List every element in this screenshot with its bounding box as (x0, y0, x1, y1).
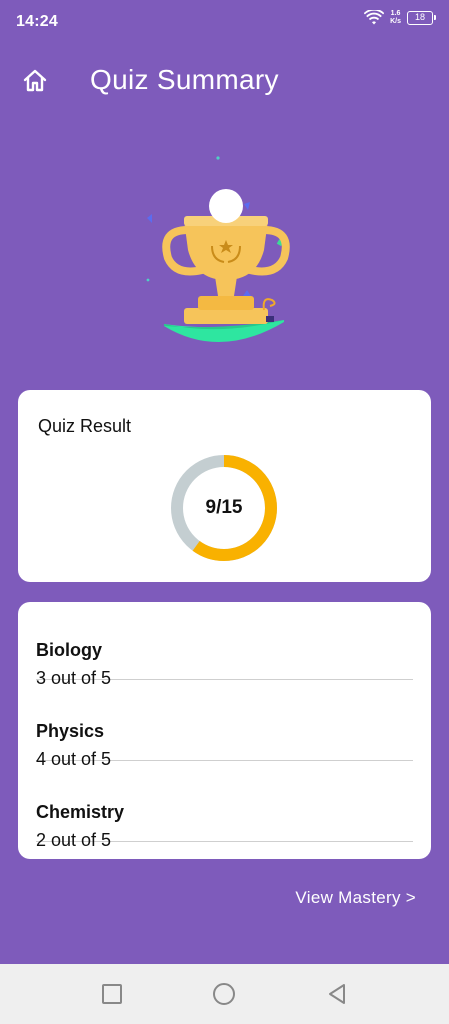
confetti-piece (147, 214, 152, 223)
confetti-piece (244, 202, 250, 210)
network-speed-unit: K/s (390, 18, 401, 25)
system-nav-bar (0, 964, 449, 1024)
trophy-ball (209, 189, 243, 223)
quiz-result-card: Quiz Result 9/15 (18, 390, 431, 582)
wifi-icon (364, 10, 385, 25)
subject-score: 2 out of 5 (36, 830, 112, 850)
score-label: 9/15 (205, 497, 243, 518)
battery-level: 18 (414, 12, 425, 22)
confetti-dot (146, 278, 150, 282)
trophy-illustration (146, 156, 290, 343)
recent-apps-icon[interactable] (100, 982, 124, 1006)
status-bar: 14:24 1.6 K/s 18 (0, 0, 449, 44)
app-bar: Quiz Summary (0, 56, 449, 106)
network-speed: 1.6 K/s (390, 10, 401, 26)
trophy-pedestal (184, 308, 268, 324)
subject-name: Chemistry (36, 802, 125, 822)
confetti-dot (216, 156, 220, 160)
confetti-piece (243, 290, 251, 296)
back-triangle-icon[interactable] (325, 982, 349, 1006)
trophy-pedestal-top (198, 296, 254, 310)
network-speed-value: 1.6 (390, 10, 401, 17)
subject-name: Biology (36, 640, 102, 660)
home-icon[interactable] (22, 68, 48, 94)
page-title: Quiz Summary (90, 64, 279, 95)
subject-row: Physics 4 out of 5 (36, 699, 413, 769)
subject-row: Chemistry 2 out of 5 (36, 780, 413, 850)
battery-icon: 18 (407, 11, 436, 25)
subject-row: Biology 3 out of 5 (36, 618, 413, 688)
subject-name: Physics (36, 721, 105, 741)
subject-score: 3 out of 5 (36, 668, 112, 688)
status-time: 14:24 (16, 13, 58, 30)
subject-results-card: Biology 3 out of 5 Physics 4 out of 5 Ch… (18, 602, 431, 859)
view-mastery-link[interactable]: View Mastery > (295, 888, 416, 908)
trophy-ribbon-end (266, 316, 274, 322)
quiz-result-title: Quiz Result (38, 416, 132, 436)
home-circle-icon[interactable] (212, 982, 236, 1006)
subject-score: 4 out of 5 (36, 749, 112, 769)
status-indicators: 1.6 K/s 18 (364, 10, 436, 26)
